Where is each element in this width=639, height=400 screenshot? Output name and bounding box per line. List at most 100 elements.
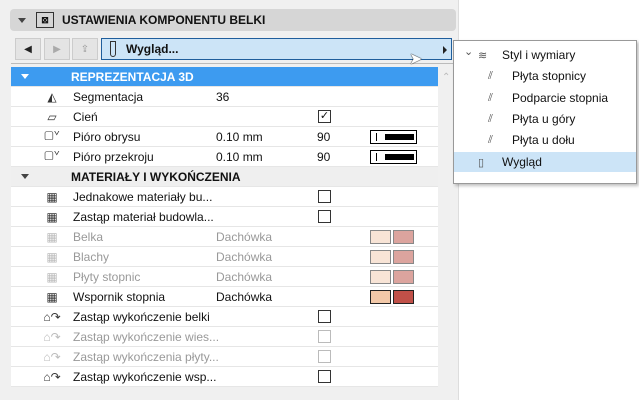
table-row: ◭ Segmentacja 36 xyxy=(11,87,438,107)
finish-override-icon: ⌂↷ xyxy=(43,369,61,384)
row-label: Zastąp wykończenie belki xyxy=(73,309,210,324)
tread-plate-icon: ⫽ xyxy=(488,69,493,82)
mouse-cursor-icon: ➤ xyxy=(409,51,423,68)
bottom-plate-icon: ⫽ xyxy=(488,133,493,146)
segmentation-icon: ◭ xyxy=(47,89,57,104)
checkbox[interactable] xyxy=(318,310,331,323)
table-row: ▢ᘁ Pióro przekroju 0.10 mm 90 xyxy=(11,147,438,167)
checkbox[interactable] xyxy=(318,190,331,203)
material-swatch[interactable] xyxy=(393,230,414,244)
material-icon: ▦ xyxy=(46,209,58,224)
checkbox xyxy=(318,350,331,363)
section-header[interactable]: REPREZENTACJA 3D xyxy=(11,67,438,87)
table-row: ⌂↷ Zastąp wykończenia płyty... xyxy=(11,347,438,367)
menu-item[interactable]: ⫽ Płyta u dołu xyxy=(454,130,636,150)
checkbox xyxy=(318,330,331,343)
material-icon: ▦ xyxy=(46,269,58,284)
checkbox[interactable] xyxy=(318,210,331,223)
row-label: Blachy xyxy=(73,249,110,264)
row-label: Zastąp wykończenie wsp... xyxy=(73,369,217,384)
collapse-triangle-icon[interactable] xyxy=(18,17,26,23)
material-swatch[interactable] xyxy=(393,250,414,264)
collapse-triangle-icon[interactable] xyxy=(21,174,29,179)
selected-page-label: Wygląd... xyxy=(126,42,179,56)
menu-item-label: Płyta u dołu xyxy=(512,133,575,147)
material-icon: ▦ xyxy=(46,189,58,204)
stair-dimension-icon: ≋ xyxy=(478,49,488,62)
menu-item[interactable]: ⫽ Płyta stopnicy xyxy=(454,66,636,86)
row-label: Zastąp wykończenia płyty... xyxy=(73,349,219,364)
table-row: ▦ Wspornik stopnia Dachówka xyxy=(11,287,438,307)
row-value: Dachówka xyxy=(216,229,273,244)
material-icon: ▦ xyxy=(46,249,58,264)
table-row: ▦ Blachy Dachówka xyxy=(11,247,438,267)
row-label: Segmentacja xyxy=(73,89,144,104)
material-swatch[interactable] xyxy=(393,290,414,304)
chevron-down-icon[interactable]: ⌄ xyxy=(464,45,473,58)
prev-button[interactable]: ◀ xyxy=(15,38,41,60)
pen-swatch[interactable] xyxy=(370,130,417,144)
row-label: REPREZENTACJA 3D xyxy=(71,69,194,84)
next-button[interactable]: ▶ xyxy=(44,38,70,60)
row-label: Pióro przekroju xyxy=(73,149,154,164)
surface-swatch[interactable] xyxy=(370,250,391,264)
scroll-up-icon[interactable]: ⌃ xyxy=(442,72,450,83)
surface-swatch[interactable] xyxy=(370,230,391,244)
divider xyxy=(11,63,453,64)
row-label: Belka xyxy=(73,229,104,244)
menu-item-label: Płyta u góry xyxy=(512,112,576,126)
row-label: Pióro obrysu xyxy=(73,129,141,144)
row-value[interactable]: Dachówka xyxy=(216,290,272,304)
row-label: Wspornik stopnia xyxy=(73,289,166,304)
pen-number[interactable]: 90 xyxy=(317,130,330,144)
row-label: Płyty stopnic xyxy=(73,269,141,284)
pen-icon: ▢ᘁ xyxy=(44,149,60,163)
tread-support-icon: ⫽ xyxy=(488,91,493,104)
collapse-triangle-icon[interactable] xyxy=(21,74,29,79)
material-icon: ▦ xyxy=(46,289,58,304)
export-icon[interactable]: ⇪ xyxy=(72,38,98,60)
menu-item[interactable]: ⫽ Podparcie stopnia xyxy=(454,88,636,108)
menu-item[interactable]: ▯ Wygląd xyxy=(454,152,636,172)
row-label: Jednakowe materiały bu... xyxy=(73,189,213,204)
checkbox[interactable]: ✓ xyxy=(318,110,331,123)
row-value[interactable]: 36 xyxy=(216,90,229,104)
finish-override-icon: ⌂↷ xyxy=(43,349,61,364)
section-header[interactable]: MATERIAŁY I WYKOŃCZENIA xyxy=(11,167,438,187)
finish-override-icon: ⌂↷ xyxy=(43,309,61,324)
table-row: ▦ Jednakowe materiały bu... xyxy=(11,187,438,207)
pen-number[interactable]: 90 xyxy=(317,150,330,164)
shadow-icon: ▱ xyxy=(47,109,57,124)
settings-table: REPREZENTACJA 3D ◭ Segmentacja 36 ▱ Cień ✓ ▢ᘁ Pi… xyxy=(11,67,438,387)
menu-item[interactable]: ⫽ Płyta u góry xyxy=(454,109,636,129)
table-row: ▦ Zastąp materiał budowla... xyxy=(11,207,438,227)
row-label: MATERIAŁY I WYKOŃCZENIA xyxy=(71,169,241,184)
pen-swatch[interactable] xyxy=(370,150,417,164)
row-value[interactable]: 0.10 mm xyxy=(216,150,263,164)
table-row: ▱ Cień ✓ xyxy=(11,107,438,127)
menu-item[interactable]: ⌄ ≋ Styl i wymiary xyxy=(454,45,636,65)
row-value: Dachówka xyxy=(216,249,273,264)
menu-item-label: Styl i wymiary xyxy=(502,48,576,62)
page-selector[interactable]: Wygląd... xyxy=(101,38,452,60)
surface-swatch[interactable] xyxy=(370,270,391,284)
checkbox[interactable] xyxy=(318,370,331,383)
table-row: ▦ Belka Dachówka xyxy=(11,227,438,247)
table-row: ▢ᘁ Pióro obrysu 0.10 mm 90 xyxy=(11,127,438,147)
table-row: ⌂↷ Zastąp wykończenie wies... xyxy=(11,327,438,347)
menu-item-label: Podparcie stopnia xyxy=(512,91,609,105)
panel-header[interactable]: ⊠ USTAWIENIA KOMPONENTU BELKI xyxy=(10,9,456,31)
material-icon: ▦ xyxy=(46,229,58,244)
row-label: Cień xyxy=(73,109,98,124)
menu-item-label: Wygląd xyxy=(502,155,542,169)
row-label: Zastąp materiał budowla... xyxy=(73,209,214,224)
finish-override-icon: ⌂↷ xyxy=(43,329,61,344)
menu-item-label: Płyta stopnicy xyxy=(512,69,587,83)
material-swatch[interactable] xyxy=(393,270,414,284)
surface-swatch[interactable] xyxy=(370,290,391,304)
row-label: Zastąp wykończenie wies... xyxy=(73,329,220,344)
top-plate-icon: ⫽ xyxy=(488,112,493,125)
row-value[interactable]: 0.10 mm xyxy=(216,130,263,144)
arrow-right-icon xyxy=(443,46,447,54)
row-value: Dachówka xyxy=(216,269,273,284)
